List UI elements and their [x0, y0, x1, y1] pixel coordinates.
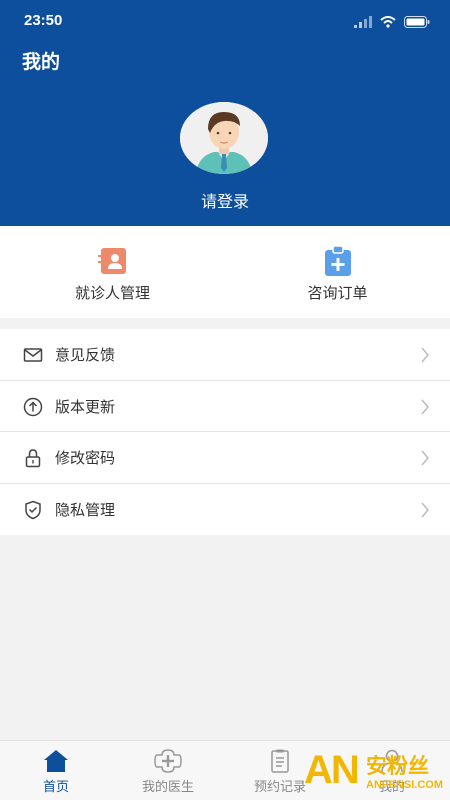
login-link[interactable]: 请登录 — [0, 188, 450, 212]
chevron-right-icon — [421, 502, 429, 517]
menu-item-label: 修改密码 — [55, 449, 116, 467]
chevron-right-icon — [421, 399, 429, 414]
settings-menu: 意见反馈 版本更新 修改密码 隐私管理 — [0, 329, 450, 535]
menu-item-label: 意见反馈 — [55, 346, 116, 364]
status-time: 23:50 — [24, 12, 63, 29]
wifi-icon — [380, 16, 396, 28]
avatar-icon[interactable] — [180, 102, 268, 174]
chevron-right-icon — [421, 450, 429, 466]
home-icon — [44, 750, 68, 772]
menu-item-label: 版本更新 — [55, 397, 116, 416]
patient-management-button[interactable]: 就诊人管理 — [0, 226, 225, 318]
status-icons — [354, 14, 430, 30]
quick-actions: 就诊人管理 咨询订单 — [0, 226, 450, 318]
battery-icon — [404, 16, 430, 28]
watermark-letters: AN — [304, 748, 360, 792]
tab-my-doctor[interactable]: 我的医生 — [112, 741, 224, 800]
consult-orders-button[interactable]: 咨询订单 — [225, 226, 450, 318]
clipboard-plus-icon — [325, 246, 351, 276]
status-bar: 23:50 — [0, 0, 450, 44]
lock-icon — [25, 449, 41, 468]
watermark-text: 安粉丝 — [366, 754, 429, 778]
tab-label: 我的医生 — [141, 780, 194, 795]
chevron-right-icon — [421, 347, 429, 363]
medical-cross-icon — [154, 749, 182, 773]
patient-management-label: 就诊人管理 — [74, 284, 150, 302]
watermark-logo: AN 安粉丝 ANFENSI.COM — [300, 748, 450, 798]
document-icon — [271, 749, 289, 773]
tab-home[interactable]: 首页 — [0, 741, 112, 800]
consult-orders-label: 咨询订单 — [307, 284, 368, 302]
menu-item-version-update[interactable]: 版本更新 — [0, 381, 450, 432]
menu-item-feedback[interactable]: 意见反馈 — [0, 329, 450, 381]
shield-icon — [25, 500, 41, 519]
menu-item-label: 隐私管理 — [55, 500, 116, 519]
menu-item-change-password[interactable]: 修改密码 — [0, 432, 450, 484]
signal-icon — [354, 16, 372, 28]
mail-icon — [23, 348, 43, 362]
upload-circle-icon — [23, 397, 43, 416]
page-title: 我的 — [22, 51, 61, 73]
profile-header: 23:50 我的 请登录 — [0, 0, 450, 226]
menu-item-privacy[interactable]: 隐私管理 — [0, 484, 450, 536]
watermark-url: ANFENSI.COM — [366, 779, 443, 791]
tab-label: 首页 — [42, 780, 69, 795]
patient-card-icon — [98, 248, 126, 274]
